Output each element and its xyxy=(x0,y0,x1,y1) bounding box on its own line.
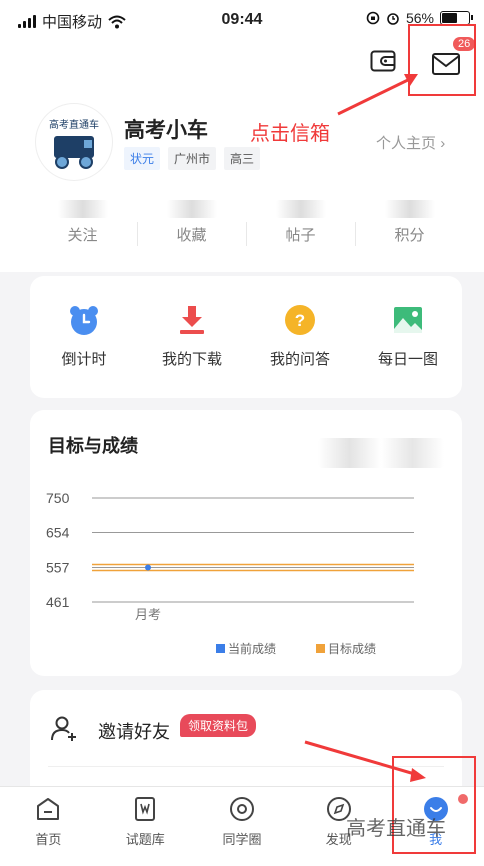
question-icon: ? xyxy=(282,302,318,338)
y-tick-label: 654 xyxy=(46,525,70,541)
stat-label: 关注 xyxy=(67,227,98,244)
annotation-highlight-mail xyxy=(408,24,476,96)
stat-value-blurred xyxy=(166,200,217,218)
nav-question-bank[interactable]: 试题库 xyxy=(97,787,194,866)
shortcut-daily-image[interactable]: 每日一图 xyxy=(360,302,456,398)
stat-points[interactable]: 积分 xyxy=(355,200,464,246)
stat-favorites[interactable]: 收藏 xyxy=(137,200,246,246)
alarm-icon xyxy=(387,13,399,25)
invite-reward-badge: 领取资料包 xyxy=(180,714,257,737)
question-bank-icon xyxy=(131,795,159,823)
shortcut-countdown[interactable]: 倒计时 xyxy=(36,302,132,398)
shortcut-label: 我的问答 xyxy=(269,351,330,368)
stat-label: 帖子 xyxy=(285,227,316,244)
tag-grade: 高三 xyxy=(224,147,261,170)
shortcut-qa[interactable]: ? 我的问答 xyxy=(252,302,348,398)
stat-value-blurred xyxy=(275,200,326,218)
nav-classmates[interactable]: 同学圈 xyxy=(194,787,291,866)
invite-label: 邀请好友 xyxy=(98,722,170,742)
divider xyxy=(48,766,444,767)
nav-label: 试题库 xyxy=(125,832,165,847)
chevron-right-icon: › xyxy=(440,135,446,152)
homepage-link[interactable]: 个人主页 › xyxy=(376,132,445,153)
legend-swatch xyxy=(216,644,225,653)
tag-city: 广州市 xyxy=(168,147,217,170)
annotation-text: 点击信箱 xyxy=(250,123,330,145)
y-tick-label: 557 xyxy=(46,559,70,575)
legend-label: 目标成绩 xyxy=(328,642,376,656)
nav-home[interactable]: 首页 xyxy=(0,787,97,866)
stat-posts[interactable]: 帖子 xyxy=(246,200,355,246)
bus-icon xyxy=(54,136,94,169)
svg-text:?: ? xyxy=(295,311,305,330)
stats-row: 关注 收藏 帖子 积分 xyxy=(0,200,484,246)
circle-icon xyxy=(228,795,256,823)
watermark: 高考直通车 xyxy=(346,818,446,840)
download-icon xyxy=(174,302,210,338)
battery-icon xyxy=(440,11,473,25)
profile-tags: 状元 广州市 高三 xyxy=(124,147,261,170)
x-tick-label: 月考 xyxy=(135,607,161,622)
avatar[interactable]: 高考直通车 xyxy=(36,104,112,180)
stat-value-blurred xyxy=(57,200,108,218)
home-icon xyxy=(34,795,62,823)
shortcut-label: 倒计时 xyxy=(61,351,107,368)
nav-label: 首页 xyxy=(35,832,62,847)
shortcuts-card: 倒计时 我的下载 ? 我的问答 每日一图 xyxy=(30,276,462,398)
y-tick-label: 750 xyxy=(46,490,70,506)
shortcut-label: 我的下载 xyxy=(161,351,222,368)
stat-value-blurred xyxy=(384,200,435,218)
add-user-icon xyxy=(51,716,76,741)
chart-plot: 461 557 654 750 月考当前成绩 目标成绩 xyxy=(46,490,414,656)
nav-label: 同学圈 xyxy=(222,832,262,847)
stat-label: 收藏 xyxy=(176,227,207,244)
data-point-current xyxy=(145,564,151,571)
homepage-link-label: 个人主页 xyxy=(376,135,437,152)
goal-chart-card: 目标与成绩 461 557 654 750 月考 当前成绩 目标成绩 xyxy=(30,410,462,676)
wallet-icon[interactable] xyxy=(370,50,396,72)
alarm-clock-icon xyxy=(66,302,102,338)
shortcut-label: 每日一图 xyxy=(377,351,438,368)
legend-label: 当前成绩 xyxy=(228,641,276,656)
shortcut-downloads[interactable]: 我的下载 xyxy=(144,302,240,398)
y-tick-label: 461 xyxy=(46,594,70,610)
rotation-lock-icon xyxy=(366,11,380,25)
image-icon xyxy=(390,302,426,338)
legend-swatch xyxy=(316,644,325,653)
stat-follow[interactable]: 关注 xyxy=(28,200,137,245)
username: 高考小车 xyxy=(124,119,208,142)
tag-title: 状元 xyxy=(124,147,161,170)
stat-label: 积分 xyxy=(394,227,425,244)
